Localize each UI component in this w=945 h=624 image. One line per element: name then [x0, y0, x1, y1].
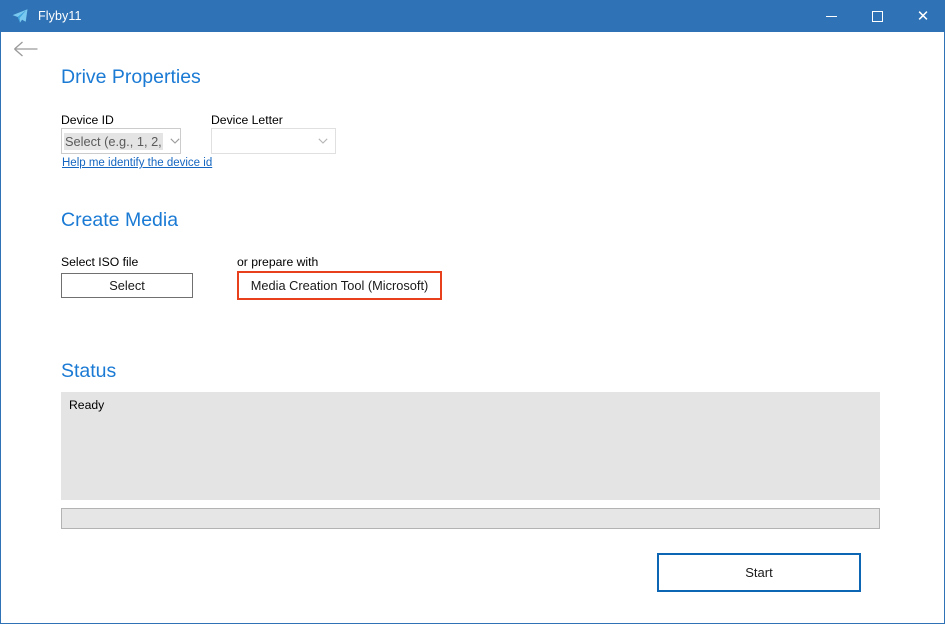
media-creation-tool-button[interactable]: Media Creation Tool (Microsoft) [237, 271, 442, 300]
progress-bar [61, 508, 880, 529]
create-media-heading: Create Media [61, 209, 179, 231]
maximize-icon [871, 10, 883, 22]
window-title: Flyby11 [38, 9, 82, 23]
chevron-down-icon [163, 138, 187, 144]
status-heading: Status [61, 360, 117, 382]
status-output-box: Ready [61, 392, 880, 500]
window-controls: ✕ [808, 0, 944, 32]
help-identify-device-link[interactable]: Help me identify the device id [62, 157, 212, 169]
close-icon: ✕ [916, 6, 930, 25]
start-button[interactable]: Start [657, 553, 861, 592]
main-content: Drive Properties Device ID Select (e.g.,… [1, 32, 944, 622]
device-id-combobox[interactable]: Select (e.g., 1, 2, [61, 128, 181, 154]
close-button[interactable]: ✕ [900, 0, 944, 32]
select-iso-button[interactable]: Select [61, 273, 193, 298]
minimize-button[interactable] [808, 0, 854, 32]
drive-properties-heading: Drive Properties [61, 66, 201, 88]
device-letter-combobox[interactable] [211, 128, 336, 154]
maximize-button[interactable] [854, 0, 900, 32]
device-id-value: Select (e.g., 1, 2, [64, 132, 163, 150]
prepare-with-label: or prepare with [237, 255, 319, 269]
flyby11-window: Flyby11 ✕ Drive Properties Device ID Sel… [0, 0, 945, 624]
chevron-down-icon [311, 138, 335, 144]
status-message: Ready [69, 398, 105, 412]
title-bar: Flyby11 ✕ [1, 0, 944, 32]
device-id-label: Device ID [61, 113, 114, 127]
select-iso-label: Select ISO file [61, 255, 139, 269]
paper-plane-icon [12, 9, 28, 23]
device-letter-label: Device Letter [211, 113, 283, 127]
minimize-icon [825, 15, 837, 17]
